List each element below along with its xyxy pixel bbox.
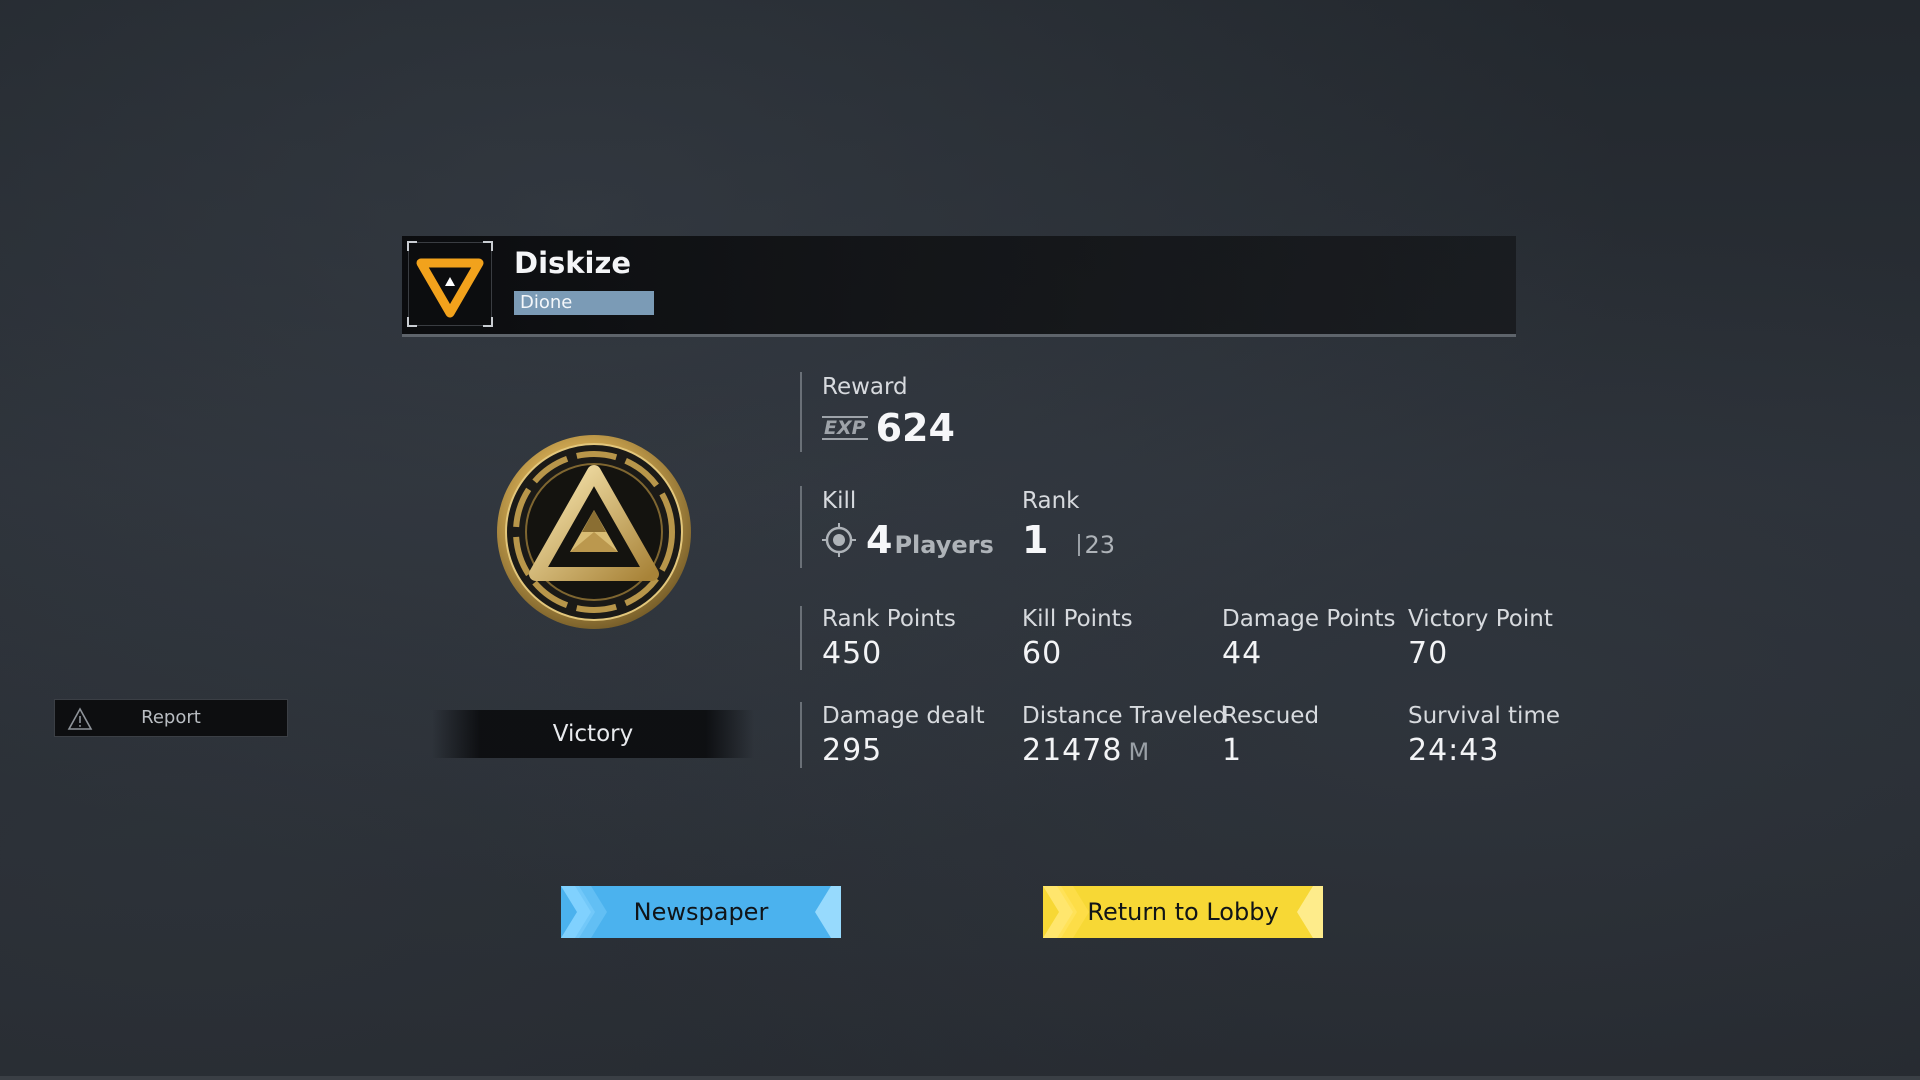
kill-stat: Kill 4 Players <box>822 488 994 562</box>
stat-value: 70 <box>1408 636 1449 671</box>
stat-label: Damage Points <box>1222 606 1396 632</box>
rescued-stat: Rescued 1 <box>1222 703 1319 768</box>
rank-points-stat: Rank Points 450 <box>822 606 956 671</box>
victory-point-stat: Victory Point 70 <box>1408 606 1553 671</box>
reward-stat: Reward EXP 624 <box>822 374 955 450</box>
rank-label: Rank <box>1022 488 1080 514</box>
newspaper-button[interactable]: Newspaper <box>561 886 841 938</box>
exp-badge: EXP <box>822 416 868 440</box>
stat-label: Victory Point <box>1408 606 1553 632</box>
report-label: Report <box>141 707 201 728</box>
orange-triangle-emblem-icon <box>416 258 484 318</box>
return-to-lobby-label: Return to Lobby <box>1087 898 1279 926</box>
distance-unit: M <box>1128 738 1151 766</box>
report-button[interactable]: Report <box>54 699 288 737</box>
divider <box>800 702 802 768</box>
player-name: Diskize <box>514 246 632 280</box>
divider <box>800 486 802 568</box>
crosshair-icon <box>822 523 856 557</box>
divider <box>800 372 802 452</box>
distance-traveled-stat: Distance Traveled 21478 M <box>1022 703 1227 768</box>
stat-label: Rescued <box>1222 703 1320 729</box>
kill-count: 4 <box>866 518 893 562</box>
return-to-lobby-button[interactable]: Return to Lobby <box>1043 886 1323 938</box>
rank-total: 23 <box>1078 531 1115 559</box>
kill-unit: Players <box>894 531 994 559</box>
rank-stat: Rank 1 23 <box>1022 488 1115 562</box>
stat-label: Kill Points <box>1022 606 1133 632</box>
stat-value: 450 <box>822 636 883 671</box>
stat-label: Damage dealt <box>822 703 985 729</box>
player-header: Diskize Dione <box>402 236 1516 337</box>
reward-label: Reward <box>822 374 908 400</box>
divider <box>800 606 802 670</box>
kill-points-stat: Kill Points 60 <box>1022 606 1133 671</box>
stat-label: Distance Traveled <box>1022 703 1228 729</box>
stat-value: 21478 <box>1022 733 1123 768</box>
player-avatar <box>407 241 493 327</box>
stat-value: 295 <box>822 733 883 768</box>
reward-value: 624 <box>875 406 955 450</box>
server-tag: Dione <box>514 291 654 315</box>
stat-value: 44 <box>1222 636 1263 671</box>
result-label: Victory <box>432 710 754 758</box>
rank-value: 1 <box>1022 518 1049 562</box>
stat-label: Rank Points <box>822 606 956 632</box>
gold-triangle-medal-icon <box>494 432 694 632</box>
kill-label: Kill <box>822 488 857 514</box>
survival-time-stat: Survival time 24:43 <box>1408 703 1560 768</box>
stat-value: 1 <box>1222 733 1243 768</box>
damage-dealt-stat: Damage dealt 295 <box>822 703 985 768</box>
damage-points-stat: Damage Points 44 <box>1222 606 1395 671</box>
newspaper-label: Newspaper <box>633 898 769 926</box>
stat-label: Survival time <box>1408 703 1561 729</box>
stat-value: 24:43 <box>1408 733 1500 768</box>
results-screen: Diskize Dione Victory Report Reward EXP … <box>0 0 1920 1080</box>
stat-value: 60 <box>1022 636 1063 671</box>
